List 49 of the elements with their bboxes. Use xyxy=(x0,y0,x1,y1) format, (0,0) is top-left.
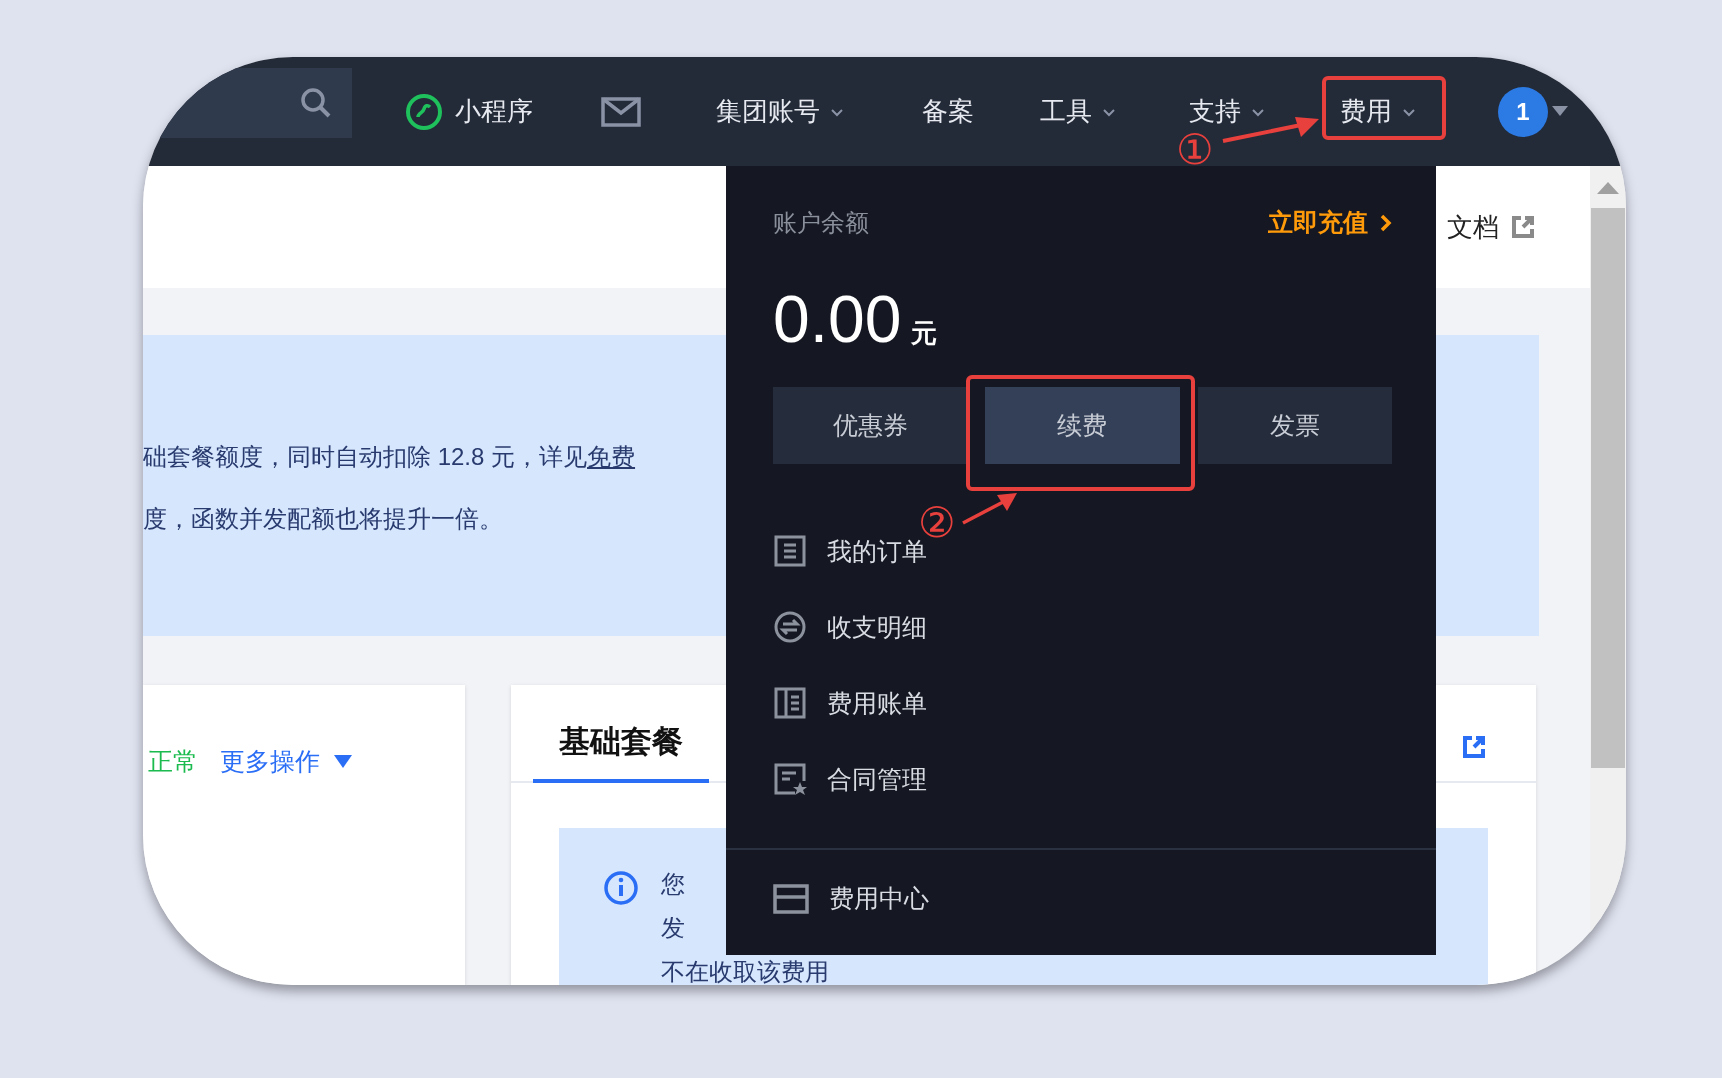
chevron-icon xyxy=(830,106,844,117)
chevron-icon xyxy=(1102,106,1116,117)
external-link-icon xyxy=(1462,735,1486,759)
caret-icon[interactable] xyxy=(1552,105,1568,118)
billing-menu-item[interactable]: 费用账单 xyxy=(773,686,1392,720)
balance-label: 账户余额 xyxy=(773,207,869,238)
annotation-arrow xyxy=(961,491,1019,525)
external-link-icon xyxy=(1511,215,1535,239)
search-icon xyxy=(300,87,332,119)
step-number: ① xyxy=(1176,129,1214,171)
chevron-icon xyxy=(1251,106,1265,117)
chevron-right-icon xyxy=(1380,213,1392,232)
contract-icon xyxy=(773,762,807,796)
billing-menu-item[interactable]: 收支明细 xyxy=(773,610,1392,644)
doc-link[interactable]: 文档 xyxy=(1447,209,1499,245)
status-text: 正常 xyxy=(148,746,198,777)
plan-tab[interactable]: 基础套餐 xyxy=(533,721,709,783)
balance-amount: 0.00 xyxy=(773,281,902,357)
link-circle-icon xyxy=(405,92,443,131)
billing-action-button[interactable]: 优惠券 xyxy=(773,387,968,464)
billing-action-button[interactable]: 续费 xyxy=(985,387,1180,464)
ledger-icon xyxy=(773,686,807,720)
notice-text: 不在收取该费用 xyxy=(661,958,829,985)
banner-text: 度，函数并发配额也将提升一倍。 xyxy=(143,504,503,534)
scroll-thumb[interactable] xyxy=(1591,208,1625,768)
document-icon xyxy=(773,534,807,568)
more-actions-button[interactable]: 更多操作 xyxy=(220,745,352,778)
notice-text: 您 xyxy=(661,870,685,898)
mail-icon[interactable] xyxy=(601,96,641,127)
billing-menu-item[interactable]: 合同管理 xyxy=(773,762,1392,796)
billing-action-button[interactable]: 发票 xyxy=(1197,387,1392,464)
avatar[interactable]: 1 xyxy=(1498,86,1548,137)
chevron-icon xyxy=(1402,106,1416,117)
banner-text: 础套餐额度，同时自动扣除 12.8 元，详见免费 xyxy=(143,442,636,472)
card-icon xyxy=(773,883,809,914)
nav-menu[interactable]: 备案 xyxy=(922,94,974,129)
nav-link[interactable]: 小程序 xyxy=(455,94,533,129)
exchange-icon xyxy=(773,610,807,644)
billing-center-link[interactable]: 费用中心 xyxy=(726,850,1436,915)
currency-unit: 元 xyxy=(911,317,938,350)
recharge-link[interactable]: 立即充值 xyxy=(1268,206,1392,239)
caret-icon xyxy=(334,755,352,768)
nav-menu[interactable]: 支持 xyxy=(1189,94,1265,129)
nav-menu[interactable]: 费用 xyxy=(1340,94,1416,129)
nav-menu[interactable]: 工具 xyxy=(1040,94,1116,129)
info-icon xyxy=(603,870,639,906)
nav-menu[interactable]: 集团账号 xyxy=(716,94,844,129)
notice-text: 发 xyxy=(661,914,685,942)
free-link[interactable]: 免费 xyxy=(587,443,636,470)
